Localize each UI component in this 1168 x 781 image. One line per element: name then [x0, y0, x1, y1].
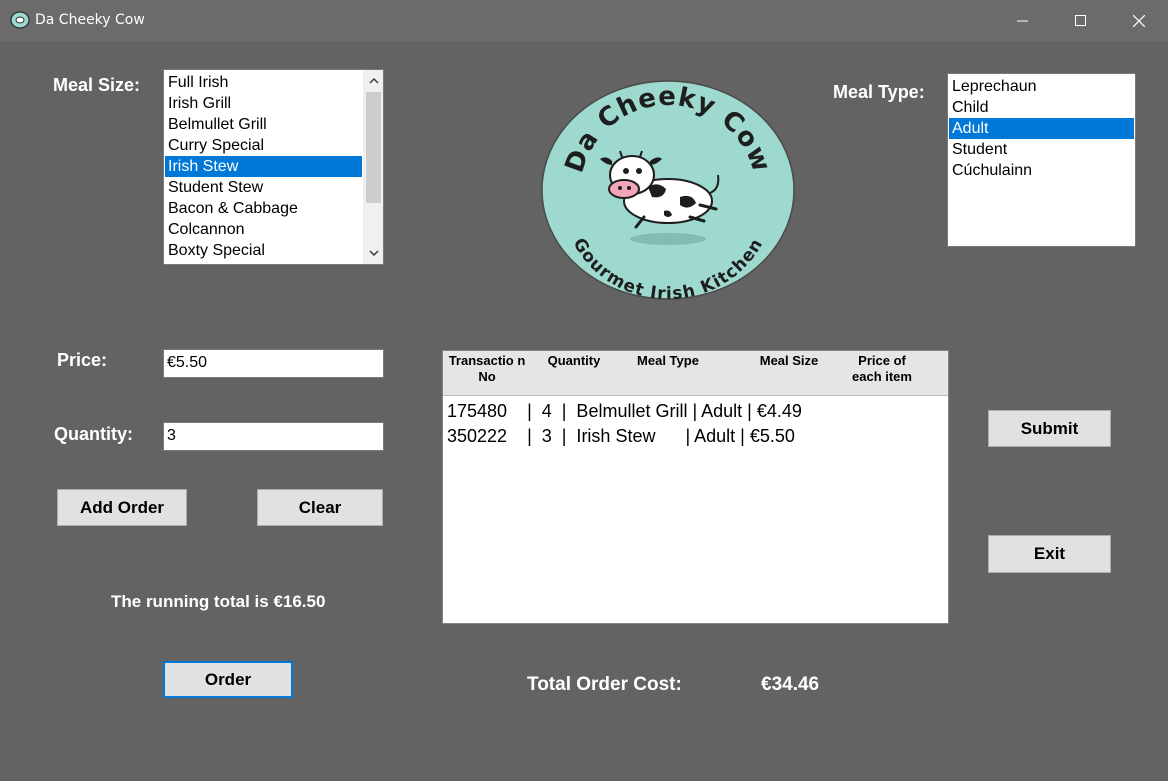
column-transaction-no[interactable]: Transactio n No [447, 353, 527, 385]
meal-size-item[interactable]: Student Stew [165, 177, 362, 198]
close-icon [1133, 14, 1145, 27]
quantity-field[interactable]: 3 [163, 422, 384, 451]
exit-button[interactable]: Exit [988, 535, 1111, 573]
meal-size-item[interactable]: Bacon & Cabbage [165, 198, 362, 219]
scroll-up-arrow[interactable] [364, 72, 383, 90]
close-button[interactable] [1110, 0, 1168, 41]
meal-size-item[interactable]: Colcannon [165, 219, 362, 240]
column-quantity[interactable]: Quantity [539, 353, 609, 369]
orders-header: Transactio n No Quantity Meal Type Meal … [443, 351, 948, 396]
column-meal-type[interactable]: Meal Type [623, 353, 713, 369]
meal-size-item[interactable]: Curry Special [165, 135, 362, 156]
orders-listview[interactable]: Transactio n No Quantity Meal Type Meal … [442, 350, 949, 624]
meal-size-listbox[interactable]: Full Irish Irish Grill Belmullet Grill Curr… [163, 69, 384, 265]
da-cheeky-cow-logo: Da Cheeky Cow Gourmet Irish Kitchen [541, 80, 795, 301]
add-order-button[interactable]: Add Order [57, 489, 187, 526]
window-title: Da Cheeky Cow [35, 12, 145, 28]
meal-type-label: Meal Type: [833, 82, 925, 102]
meal-size-scrollbar[interactable] [363, 70, 383, 264]
price-field[interactable]: €5.50 [163, 349, 384, 378]
price-label: Price: [57, 350, 108, 370]
chevron-up-icon [369, 78, 378, 84]
scroll-down-arrow[interactable] [364, 244, 383, 262]
scroll-thumb[interactable] [366, 92, 381, 203]
column-price-each[interactable]: Price of each item [843, 353, 921, 385]
meal-size-item[interactable]: Boxty Special [165, 240, 362, 261]
meal-type-listbox[interactable]: Leprechaun Child Adult Student Cúchulainn [947, 73, 1136, 247]
order-button[interactable]: Order [163, 661, 293, 698]
meal-type-item[interactable]: Adult [949, 118, 1134, 139]
column-meal-size[interactable]: Meal Size [749, 353, 829, 369]
order-row[interactable]: 175480 | 4 | Belmullet Grill | Adult | €… [447, 401, 802, 422]
meal-size-item[interactable]: Irish Grill [165, 93, 362, 114]
meal-type-item[interactable]: Child [949, 97, 1134, 118]
title-bar: Da Cheeky Cow [0, 0, 1168, 41]
clear-button[interactable]: Clear [257, 489, 383, 526]
running-total-text: The running total is €16.50 [111, 592, 326, 611]
meal-size-item[interactable]: Full Irish [165, 72, 362, 93]
minimize-button[interactable] [994, 0, 1052, 41]
minimize-icon [1017, 20, 1028, 21]
meal-size-item[interactable]: Belmullet Grill [165, 114, 362, 135]
maximize-icon [1075, 14, 1086, 26]
total-order-cost-label: Total Order Cost: [527, 674, 682, 695]
total-order-cost-value: €34.46 [761, 674, 820, 695]
chevron-down-icon [369, 250, 378, 256]
meal-size-item[interactable]: Irish Stew [165, 156, 362, 177]
quantity-label: Quantity: [54, 424, 133, 444]
maximize-button[interactable] [1052, 0, 1110, 41]
submit-button[interactable]: Submit [988, 410, 1111, 447]
meal-type-item[interactable]: Cúchulainn [949, 160, 1134, 181]
meal-type-item[interactable]: Leprechaun [949, 76, 1134, 97]
meal-size-label: Meal Size: [53, 75, 141, 95]
app-icon [10, 11, 30, 29]
order-row[interactable]: 350222 | 3 | Irish Stew | Adult | €5.50 [447, 426, 795, 447]
meal-type-item[interactable]: Student [949, 139, 1134, 160]
